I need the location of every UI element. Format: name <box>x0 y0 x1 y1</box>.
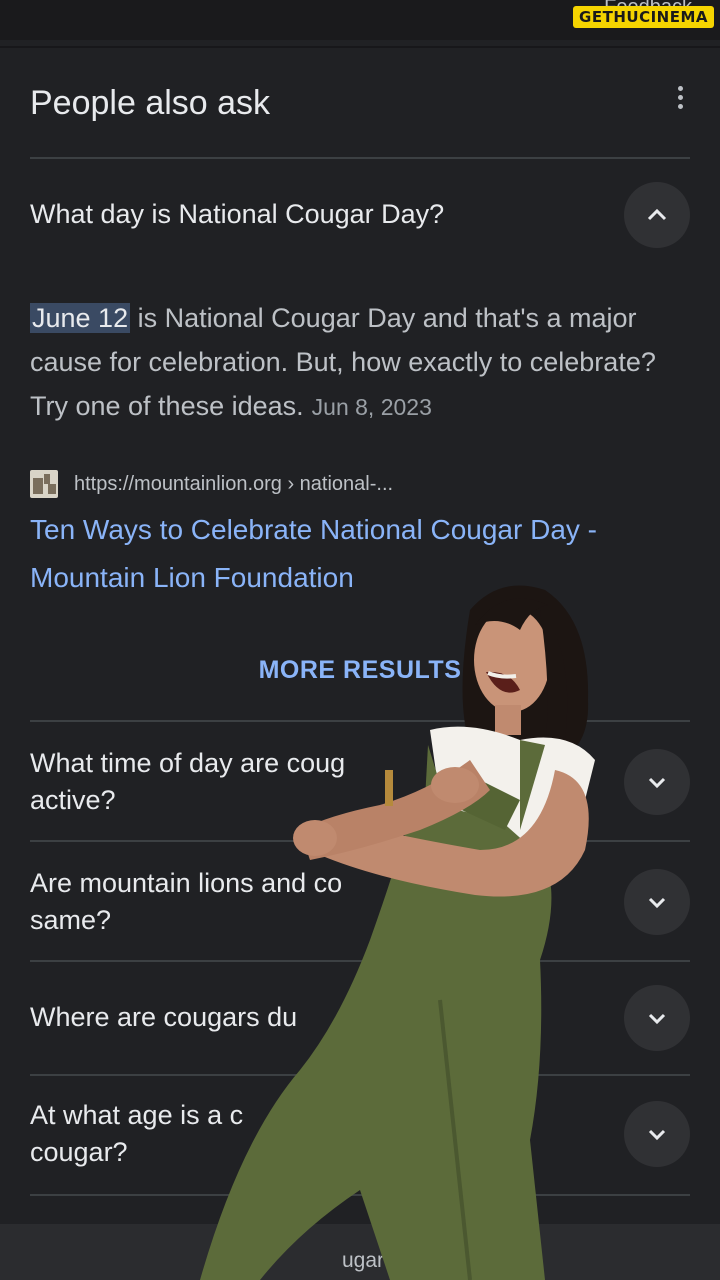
person-overlay <box>200 585 595 1280</box>
